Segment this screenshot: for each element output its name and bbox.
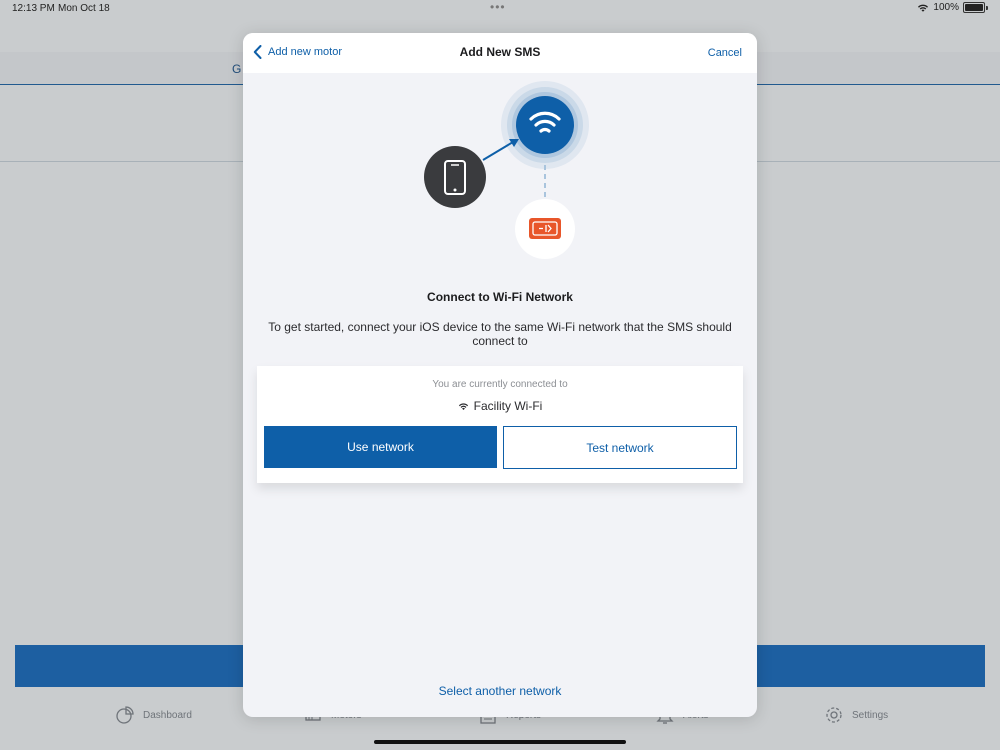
section-heading: Connect to Wi-Fi Network <box>427 290 573 304</box>
status-date: Mon Oct 18 <box>58 3 110 14</box>
add-sms-modal: Add new motor Add New SMS Cancel Connect… <box>243 33 757 717</box>
modal-title: Add New SMS <box>459 45 541 59</box>
sensor-icon <box>515 199 575 259</box>
home-indicator <box>374 740 626 744</box>
wifi-status-icon <box>918 4 929 12</box>
network-name: Facility Wi-Fi <box>473 399 543 413</box>
current-network: Facility Wi-Fi <box>257 399 743 413</box>
status-bar: 12:13 PM Mon Oct 18 ••• 100% <box>0 0 1000 18</box>
dashboard-icon <box>116 706 134 724</box>
instructions-text: To get started, connect your iOS device … <box>268 320 732 348</box>
battery-icon <box>963 2 985 13</box>
status-time: 12:13 PM <box>12 3 55 14</box>
tab-label: Dashboard <box>143 709 192 721</box>
tab-label: Settings <box>852 709 889 721</box>
multitasking-dots-icon[interactable]: ••• <box>490 0 506 14</box>
status-right: 100% <box>917 2 988 13</box>
phone-icon <box>424 146 486 208</box>
wifi-icon <box>458 402 468 410</box>
connection-caption: You are currently connected to <box>432 379 568 390</box>
wifi-router-icon <box>501 81 589 169</box>
tab-dashboard[interactable]: Dashboard <box>115 705 192 725</box>
tab-settings[interactable]: Settings <box>824 705 888 725</box>
select-another-network-link[interactable]: Select another network <box>243 684 757 698</box>
connection-illustration <box>424 81 589 259</box>
modal-navigation-bar: Add new motor Add New SMS Cancel <box>243 33 757 73</box>
gear-icon <box>826 707 842 723</box>
cancel-button[interactable]: Cancel <box>708 47 742 59</box>
network-card: You are currently connected to Facility … <box>257 366 743 483</box>
test-network-button[interactable]: Test network <box>503 426 737 469</box>
use-network-button[interactable]: Use network <box>264 426 497 468</box>
battery-percent: 100% <box>933 2 959 13</box>
background-tab-left: G <box>232 62 242 76</box>
